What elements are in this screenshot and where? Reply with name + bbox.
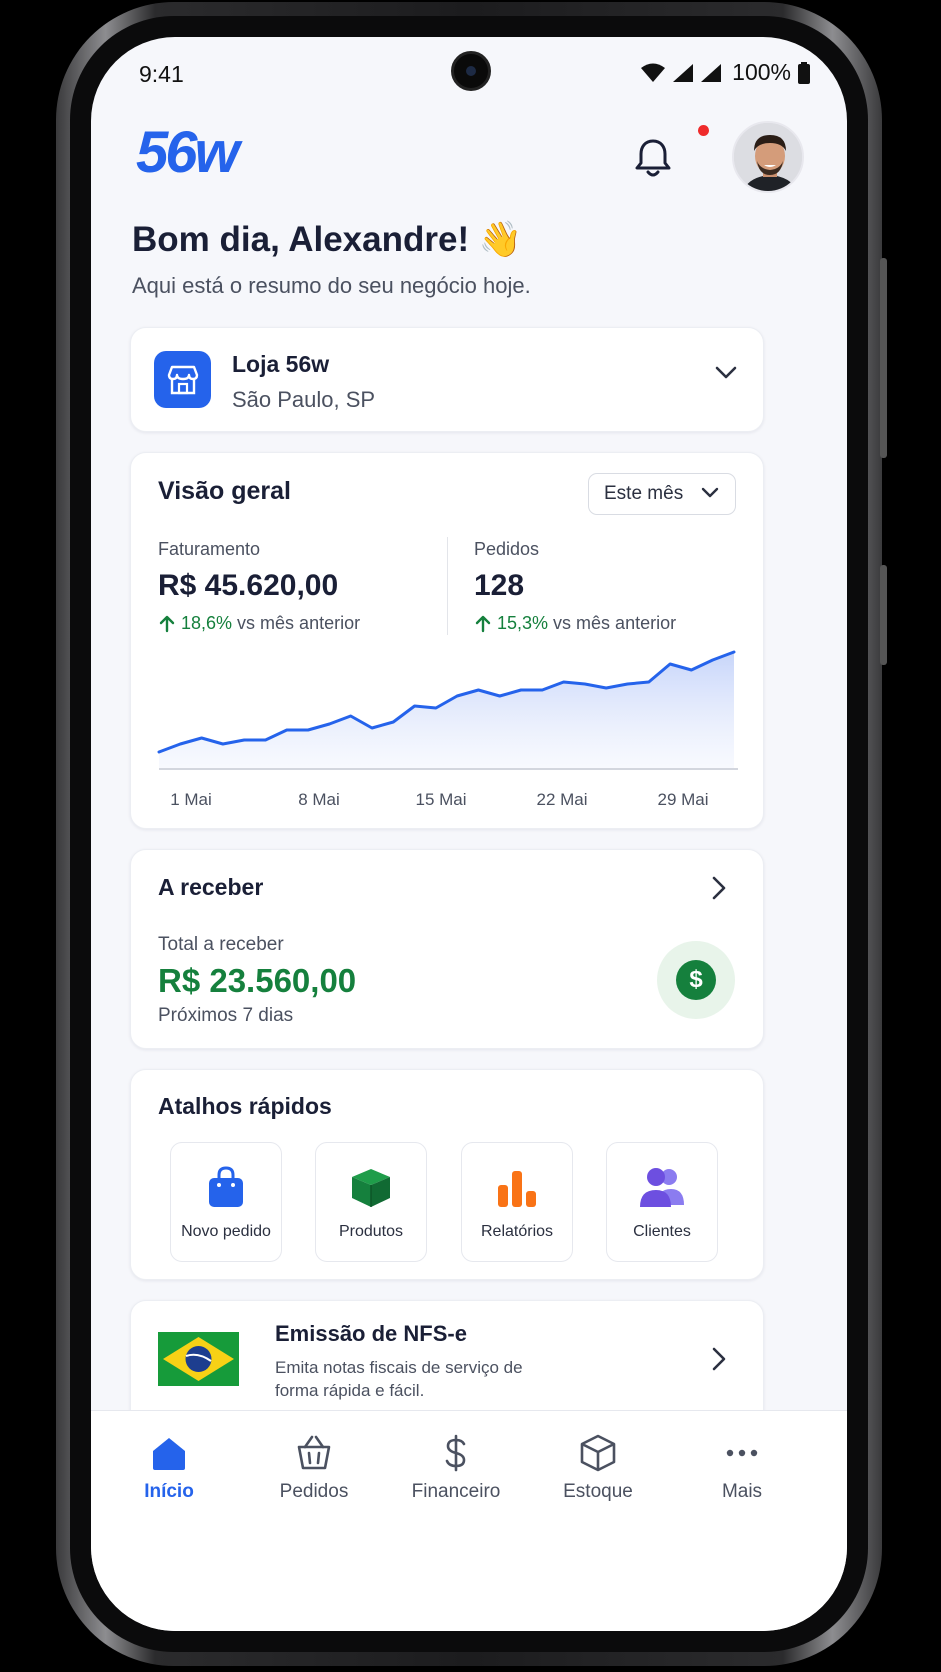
front-camera (451, 51, 491, 91)
avatar-person-icon (734, 123, 802, 191)
bottom-navigation: Início Pedidos Financeiro Estoque Mais (91, 1410, 847, 1631)
shortcut-label: Clientes (633, 1223, 691, 1240)
orders-delta-suffix: vs mês anterior (553, 613, 677, 633)
signal-icon (673, 63, 694, 82)
chevron-down-icon (701, 487, 719, 498)
shortcut-products[interactable]: Produtos (315, 1142, 427, 1262)
overview-card: Visão geral Este mês Faturamento R$ 45.6… (130, 452, 764, 829)
shortcut-new-order[interactable]: Novo pedido (170, 1142, 282, 1262)
orders-delta-value: 15,3% (497, 613, 549, 633)
shortcut-label: Produtos (338, 1223, 404, 1240)
orders-label: Pedidos (474, 539, 540, 559)
battery-icon (798, 61, 810, 84)
receivable-title: A receber (158, 874, 264, 900)
bar-chart-icon (498, 1171, 536, 1207)
brazil-flag-icon (158, 1332, 239, 1386)
receivable-label: Total a receber (158, 934, 284, 955)
store-name: Loja 56w (232, 351, 330, 377)
dollar-icon (445, 1434, 466, 1472)
period-select[interactable]: Este mês (588, 473, 736, 515)
app-logo[interactable]: 56w (136, 119, 240, 186)
nav-label: Mais (721, 1481, 763, 1502)
nav-item-home[interactable]: Início (109, 1433, 229, 1513)
chevron-right-icon[interactable] (712, 876, 726, 900)
nav-label: Início (144, 1481, 194, 1502)
orders-value: 128 (474, 569, 525, 602)
nav-label: Financeiro (411, 1481, 501, 1502)
store-selector[interactable]: Loja 56w São Paulo, SP (130, 327, 764, 432)
status-bar: 9:41 100% (91, 37, 847, 111)
chart-area (159, 652, 734, 768)
basket-icon (297, 1435, 331, 1470)
shortcut-label: Relatórios (480, 1223, 554, 1240)
notification-bell-icon[interactable] (628, 133, 678, 183)
store-location: São Paulo, SP (232, 387, 376, 412)
metric-divider (447, 537, 448, 635)
arrow-up-icon (475, 615, 491, 632)
notification-badge (696, 123, 711, 138)
greeting-title: Bom dia, Alexandre! 👋 (132, 220, 523, 259)
chart-tick-label: 1 Mai (170, 790, 212, 809)
nav-item-more[interactable]: Mais (682, 1433, 802, 1513)
signal-icon-2 (701, 63, 722, 82)
nav-item-orders[interactable]: Pedidos (254, 1433, 374, 1513)
shortcut-reports[interactable]: Relatórios (461, 1142, 573, 1262)
nfse-subtitle: Emita notas fiscais de serviço de forma … (275, 1358, 523, 1400)
receivable-value: R$ 23.560,00 (158, 962, 357, 999)
revenue-delta-suffix: vs mês anterior (237, 613, 361, 633)
more-icon (726, 1449, 758, 1457)
revenue-label: Faturamento (158, 539, 261, 559)
wifi-icon (641, 63, 666, 82)
chevron-right-icon[interactable] (712, 1347, 726, 1371)
overview-title: Visão geral (158, 477, 291, 505)
chart-tick-label: 15 Mai (415, 790, 466, 809)
shortcuts-title: Atalhos rápidos (158, 1093, 332, 1119)
app-screen: 9:41 100% 56w Bom dia, Alexandre! 👋 Aqui… (91, 37, 847, 1631)
shortcuts-card: Atalhos rápidos Novo pedido Produtos Rel… (130, 1069, 764, 1280)
battery-percent: 100% (732, 59, 791, 85)
revenue-chart: 1 Mai 8 Mai 15 Mai 22 Mai 29 Mai (157, 650, 738, 809)
arrow-up-icon (159, 615, 175, 632)
receivable-subtitle: Próximos 7 dias (158, 1005, 294, 1026)
dollar-coin-icon: $ (657, 941, 735, 1019)
status-time: 9:41 (139, 61, 184, 87)
chart-tick-label: 8 Mai (298, 790, 340, 809)
revenue-value: R$ 45.620,00 (158, 569, 339, 602)
shortcut-label: Novo pedido (181, 1223, 271, 1240)
shopping-bag-icon (209, 1166, 243, 1207)
box-icon (352, 1169, 390, 1207)
store-icon (154, 351, 211, 408)
chevron-down-icon[interactable] (715, 366, 737, 380)
nav-item-finance[interactable]: Financeiro (381, 1433, 531, 1513)
orders-delta: 15,3% vs mês anterior (474, 613, 676, 634)
volume-button (880, 258, 887, 458)
chart-tick-label: 22 Mai (536, 790, 587, 809)
greeting-subtitle: Aqui está o resumo do seu negócio hoje. (132, 273, 531, 298)
nav-label: Pedidos (279, 1481, 349, 1502)
cube-icon (580, 1434, 616, 1472)
chart-tick-label: 29 Mai (657, 790, 708, 809)
nav-item-stock[interactable]: Estoque (538, 1433, 658, 1513)
revenue-delta: 18,6% vs mês anterior (158, 613, 360, 634)
nav-label: Estoque (563, 1481, 633, 1502)
period-label: Este mês (604, 483, 684, 504)
shortcut-clients[interactable]: Clientes (606, 1142, 718, 1262)
revenue-delta-value: 18,6% (181, 613, 233, 633)
nfse-title: Emissão de NFS-e (275, 1321, 467, 1346)
home-icon (153, 1438, 185, 1470)
avatar[interactable] (732, 121, 804, 193)
users-icon (640, 1168, 684, 1207)
receivable-card[interactable]: A receber Total a receber R$ 23.560,00 P… (130, 849, 764, 1049)
power-button (880, 565, 887, 665)
